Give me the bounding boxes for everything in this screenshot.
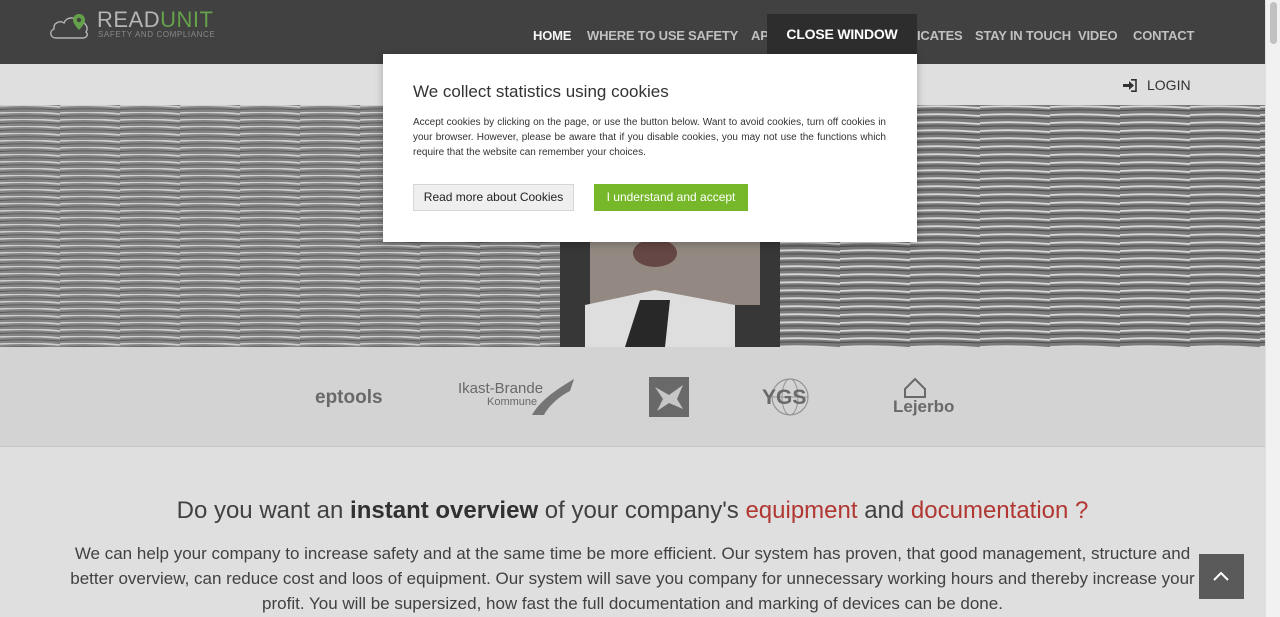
partner-logos: eptools Ikast-Brande Kommune YGS Lejerbo xyxy=(0,347,1265,447)
page-scrollbar[interactable] xyxy=(1265,0,1280,617)
close-window-button[interactable]: CLOSE WINDOW xyxy=(767,14,917,54)
ikast-swoosh-icon xyxy=(532,379,574,415)
cookie-text: Accept cookies by clicking on the page, … xyxy=(413,117,886,158)
nav-safety[interactable]: SAFETY xyxy=(688,28,738,43)
cookie-title: We collect statistics using cookies xyxy=(413,82,669,101)
nav-home[interactable]: HOME xyxy=(533,28,571,43)
partner-lejerbo: Lejerbo xyxy=(893,377,959,421)
partner-ikast-brande: Ikast-Brande Kommune xyxy=(458,379,576,418)
partner-ygs: YGS xyxy=(762,377,822,417)
accept-cookies-button[interactable]: I understand and accept xyxy=(594,184,748,211)
nav-where-to-use[interactable]: WHERE TO USE xyxy=(587,28,685,43)
cookie-dialog: We collect statistics using cookies Acce… xyxy=(383,54,917,242)
intro-headline: Do you want an instant overview of your … xyxy=(176,497,1089,524)
sign-in-icon xyxy=(1123,79,1137,92)
partner-lejerbo-label: Lejerbo xyxy=(893,397,955,416)
house-icon xyxy=(904,377,926,398)
intro-paragraph: We can help your company to increase saf… xyxy=(70,544,1195,613)
login-link[interactable]: LOGIN xyxy=(1123,77,1191,93)
brand-tagline: SAFETY AND COMPLIANCE xyxy=(98,30,216,39)
partner-eptools: eptools xyxy=(315,387,383,408)
brand-logo[interactable]: READUNIT SAFETY AND COMPLIANCE xyxy=(48,7,228,42)
eagle-logo-icon xyxy=(649,377,689,417)
scrollbar-thumb[interactable] xyxy=(1270,2,1277,44)
scroll-to-top-button[interactable] xyxy=(1199,554,1244,599)
cloud-pin-icon xyxy=(50,14,88,39)
read-more-cookies-button[interactable]: Read more about Cookies xyxy=(413,184,574,211)
intro-section: Do you want an instant overview of your … xyxy=(0,447,1265,617)
nav-video[interactable]: VIDEO xyxy=(1078,28,1118,43)
nav-certificates[interactable]: ICATES xyxy=(917,28,963,43)
nav-stay-in-touch[interactable]: STAY IN TOUCH xyxy=(975,28,1071,43)
nav-contact[interactable]: CONTACT xyxy=(1133,28,1194,43)
chevron-up-icon xyxy=(1213,571,1229,581)
partner-ygs-label: YGS xyxy=(762,386,807,409)
login-label: LOGIN xyxy=(1147,77,1191,93)
